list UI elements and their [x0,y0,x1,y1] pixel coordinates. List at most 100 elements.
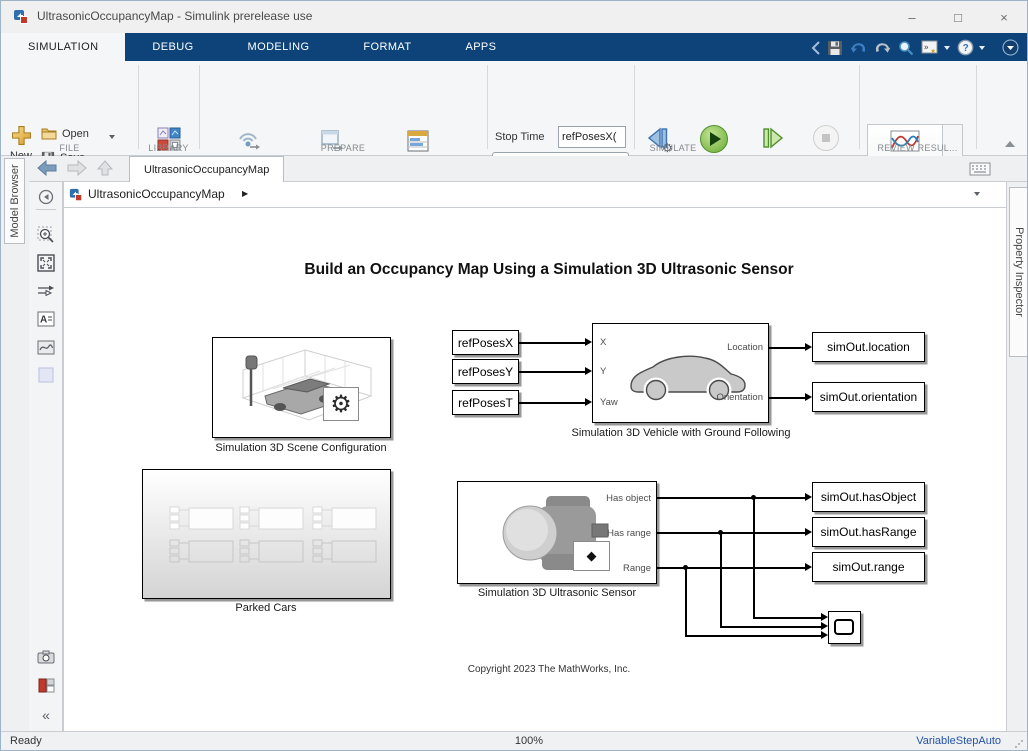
sensor-badge: ◆ [573,541,610,571]
vehicle-block[interactable]: X Y Yaw Location Orientation [592,323,769,423]
area-icon[interactable] [37,366,55,384]
svg-text:»: » [924,42,929,51]
collapse-palette-icon[interactable]: « [37,706,55,724]
ultrasonic-sensor-block[interactable]: ◆ Has object Has range Range [457,481,657,584]
wire-arrow [805,528,812,536]
back-icon[interactable] [37,160,57,176]
refposesy-label: refPosesY [458,365,513,379]
signal-routing-icon[interactable] [37,282,55,300]
file-section-label: FILE [1,143,138,153]
status-bar: Ready 100% VariableStepAuto [1,731,1027,751]
wire-arrow [585,338,592,346]
output-block-location[interactable]: simOut.location [812,332,925,362]
breadcrumb-model-icon [69,188,83,202]
document-tab-bar: UltrasonicOccupancyMap [29,156,1028,182]
vehicle-label: Simulation 3D Vehicle with Ground Follow… [536,427,826,439]
parked-cars-label: Parked Cars [141,602,391,614]
refposest-label: refPosesT [458,396,513,410]
wire [685,567,687,636]
tab-format[interactable]: FORMAT [336,33,438,61]
wire [519,402,586,404]
collapse-left-icon[interactable] [811,41,820,55]
zoom-level: 100% [489,735,569,747]
wire-arrow [805,493,812,501]
sensor-port-hasobject: Has object [606,493,651,504]
source-block-refposest[interactable]: refPosesT [452,390,519,415]
gear-icon: ⚙ [330,390,352,419]
parked-cars-illustration [143,470,390,598]
collapse-toolstrip-icon[interactable] [1005,141,1015,147]
wire [519,371,586,373]
wire-arrow [805,563,812,571]
help-icon[interactable]: ? [957,39,974,56]
source-block-refposesy[interactable]: refPosesY [452,359,519,384]
tab-debug[interactable]: DEBUG [125,33,220,61]
wire [720,626,822,628]
parked-cars-block[interactable] [142,469,391,599]
wire [685,635,822,637]
resize-grip[interactable] [1015,740,1023,748]
undo-icon[interactable] [850,40,867,55]
minimize-icon[interactable]: – [889,1,935,33]
output-block-hasrange[interactable]: simOut.hasRange [812,517,925,547]
forward-icon[interactable] [67,160,87,176]
redo-icon[interactable] [874,40,891,55]
model-browser-tab[interactable]: Model Browser [4,158,25,244]
breadcrumb-caret-icon[interactable]: ▶ [242,189,248,198]
fit-to-view-icon[interactable] [37,254,55,272]
breadcrumb-dropdown-icon[interactable] [974,192,980,196]
property-inspector-tab[interactable]: Property Inspector [1009,187,1028,357]
refposesx-label: refPosesX [458,336,513,350]
sensor-port-range: Range [623,563,651,574]
wire-arrow [821,631,828,639]
simulink-window: UltrasonicOccupancyMap - Simulink prerel… [0,0,1028,751]
viewer-icon[interactable] [37,338,55,356]
simulink-logo-icon [13,9,29,25]
model-canvas[interactable]: Build an Occupancy Map Using a Simulatio… [63,208,1006,731]
document-tab-label: UltrasonicOccupancyMap [144,164,269,176]
up-icon[interactable] [97,160,113,176]
maximize-icon[interactable]: □ [935,1,981,33]
save-icon[interactable] [827,40,843,56]
hide-breadcrumb-button[interactable] [37,188,55,206]
tab-modeling[interactable]: MODELING [221,33,337,61]
output-block-range[interactable]: simOut.range [812,552,925,582]
scene-config-block[interactable]: ⚙ [212,337,391,438]
open-dropdown-icon[interactable] [109,135,115,139]
open-button[interactable]: Open [41,127,89,140]
annotation-icon[interactable]: A [37,310,55,328]
simout-location-label: simOut.location [827,340,910,354]
document-tab[interactable]: UltrasonicOccupancyMap [129,156,284,182]
copyright-note: Copyright 2023 The MathWorks, Inc. [94,664,1004,675]
library-model-icon[interactable] [37,676,55,694]
screenshot-icon[interactable] [37,648,55,666]
toolstrip: New Open Save Print [1,61,1027,156]
diamond-icon: ◆ [587,548,597,564]
help-dropdown-icon[interactable] [979,46,985,50]
keyboard-icon[interactable] [969,162,991,176]
minimize-toolstrip-icon[interactable] [1002,39,1019,56]
tab-simulation[interactable]: SIMULATION [1,33,125,61]
solver-link[interactable]: VariableStepAuto [916,735,1001,747]
prepare-section-label: PREPARE [199,143,487,153]
scope-block[interactable] [828,611,861,644]
shortcuts-dropdown-icon[interactable] [944,46,950,50]
zoom-region-icon[interactable] [37,226,55,244]
window-title: UltrasonicOccupancyMap - Simulink prerel… [37,9,312,23]
canvas-palette: A « [29,182,63,731]
sensor-label: Simulation 3D Ultrasonic Sensor [432,587,682,599]
source-block-refposesx[interactable]: refPosesX [452,330,519,355]
tab-apps[interactable]: APPS [438,33,523,61]
search-icon[interactable] [898,40,914,56]
vehicle-port-location: Location [727,342,763,353]
wire [657,567,806,569]
output-block-hasobject[interactable]: simOut.hasObject [812,482,925,512]
output-block-orientation[interactable]: simOut.orientation [812,382,925,412]
close-icon[interactable]: × [981,1,1027,33]
shortcuts-icon[interactable]: » [921,40,939,56]
wire [753,617,822,619]
diagram-title: Build an Occupancy Map Using a Simulatio… [94,261,1004,279]
library-section-label: LIBRARY [138,143,199,153]
review-section-label: REVIEW RESUL... [859,143,976,153]
breadcrumb-root[interactable]: UltrasonicOccupancyMap [88,187,225,201]
